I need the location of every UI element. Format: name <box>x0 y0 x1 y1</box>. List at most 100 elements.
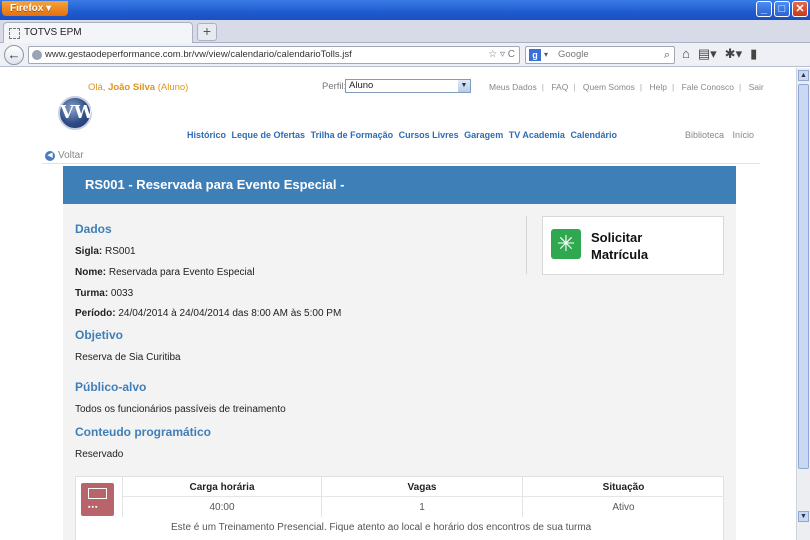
nav-garagem[interactable]: Garagem <box>464 130 503 140</box>
home-icon[interactable]: ⌂ <box>682 46 690 62</box>
minimize-button[interactable]: _ <box>756 1 772 17</box>
nav-cursos-livres[interactable]: Cursos Livres <box>399 130 459 140</box>
browser-tab-active[interactable]: TOTVS EPM <box>3 22 193 43</box>
section-conteudo: Conteudo programático <box>75 425 212 439</box>
bookmark-folder-icon[interactable]: ▮ <box>750 46 757 62</box>
url-text: www.gestaodeperformance.com.br/vw/view/c… <box>45 49 352 60</box>
nav-biblioteca[interactable]: Biblioteca <box>685 130 724 140</box>
nav-tv-academia[interactable]: TV Academia <box>509 130 565 140</box>
nav-inicio[interactable]: Início <box>733 130 755 140</box>
perfil-label: Perfil: <box>322 81 347 92</box>
section-objetivo: Objetivo <box>75 328 124 342</box>
right-navigation: Biblioteca Início <box>685 130 760 140</box>
url-bar[interactable]: www.gestaodeperformance.com.br/vw/view/c… <box>28 46 520 64</box>
nav-trilha-formacao[interactable]: Trilha de Formação <box>311 130 394 140</box>
maximize-button[interactable]: □ <box>774 1 790 17</box>
search-engine-dropdown-icon[interactable]: ▾ <box>544 47 548 63</box>
user-greeting: Olá, João Silva (Aluno) <box>88 82 188 93</box>
scroll-thumb[interactable] <box>798 84 809 469</box>
nome-value: Reservada para Evento Especial <box>106 267 255 278</box>
voltar-label: Voltar <box>58 150 84 161</box>
solicitar-matricula-button[interactable]: ✳ Solicitar Matrícula <box>542 216 724 275</box>
perfil-select[interactable]: Aluno ▼ <box>345 79 471 93</box>
reload-icon[interactable]: C <box>508 49 515 60</box>
section-dados: Dados <box>75 222 112 236</box>
scroll-up-arrow[interactable]: ▲ <box>798 70 809 81</box>
window-controls: _ □ ✕ <box>756 1 808 17</box>
periodo-label: Período: <box>75 308 116 319</box>
field-periodo: Período: 24/04/2014 à 24/04/2014 das 8:0… <box>75 308 341 319</box>
search-icon[interactable]: ⌕ <box>664 47 670 63</box>
chevron-down-icon[interactable]: ▼ <box>458 80 470 92</box>
link-fale-conosco[interactable]: Fale Conosco <box>682 82 734 92</box>
solicitar-label: Solicitar Matrícula <box>591 229 648 263</box>
sigla-label: Sigla: <box>75 246 103 257</box>
firefox-menu-button[interactable]: Firefox ▾ <box>2 1 68 16</box>
tab-title: TOTVS EPM <box>24 27 82 38</box>
new-tab-button[interactable]: + <box>197 23 217 41</box>
search-placeholder: Google <box>558 49 589 60</box>
link-meus-dados[interactable]: Meus Dados <box>489 82 537 92</box>
page-icon <box>9 28 20 39</box>
nav-leque-ofertas[interactable]: Leque de Ofertas <box>232 130 306 140</box>
field-nome: Nome: Reservada para Evento Especial <box>75 267 255 278</box>
solicitar-line2: Matrícula <box>591 247 649 262</box>
section-publico-alvo: Público-alvo <box>75 380 147 394</box>
vagas-label: Vagas <box>322 477 522 497</box>
publico-value: Todos os funcionários passíveis de trein… <box>75 404 286 415</box>
perfil-value: Aluno <box>349 80 374 91</box>
field-sigla: Sigla: RS001 <box>75 246 136 257</box>
greeting-prefix: Olá, <box>88 82 109 93</box>
back-arrow-icon: ◀ <box>45 151 55 161</box>
bookmarks-menu-icon[interactable]: ▤▾ <box>698 46 717 62</box>
page-viewport: Olá, João Silva (Aluno) VW Perfil: Aluno… <box>0 68 796 540</box>
nav-calendario[interactable]: Calendário <box>570 130 617 140</box>
history-dropdown-icon[interactable]: ▿ <box>500 49 505 60</box>
link-quem-somos[interactable]: Quem Somos <box>583 82 635 92</box>
carga-value: 40:00 <box>209 502 235 513</box>
scroll-down-arrow[interactable]: ▼ <box>798 511 809 522</box>
link-help[interactable]: Help <box>649 82 666 92</box>
periodo-value: 24/04/2014 à 24/04/2014 das 8:00 AM às 5… <box>115 308 342 319</box>
course-title: RS001 - Reservada para Evento Especial - <box>63 166 736 204</box>
search-bar[interactable]: g ▾ Google ⌕ <box>525 46 675 64</box>
info-vagas: Vagas 1 <box>321 477 522 517</box>
carga-label: Carga horária <box>123 477 321 497</box>
addon-icon[interactable]: ✱▾ <box>725 46 742 62</box>
tab-bar: TOTVS EPM + <box>0 20 810 43</box>
vw-logo[interactable]: VW <box>58 96 94 130</box>
site-identity-icon[interactable] <box>32 50 42 60</box>
user-name[interactable]: João Silva <box>108 82 155 93</box>
voltar-link[interactable]: ◀ Voltar <box>42 148 760 164</box>
nav-historico[interactable]: Histórico <box>187 130 226 140</box>
presencial-training-icon: ▪▪▪ <box>81 483 114 516</box>
situacao-value: Ativo <box>612 502 635 513</box>
situacao-label: Situação <box>523 477 724 497</box>
course-info-box: ▪▪▪ Carga horária 40:00 Vagas 1 Situação… <box>75 476 724 540</box>
presencial-note: Este é um Treinamento Presencial. Fique … <box>171 522 592 533</box>
main-navigation: Histórico Leque de Ofertas Trilha de For… <box>187 130 620 140</box>
vertical-scrollbar[interactable]: ▲ ▼ <box>796 68 810 540</box>
nome-label: Nome: <box>75 267 107 278</box>
navigation-toolbar: ← www.gestaodeperformance.com.br/vw/view… <box>0 43 810 67</box>
search-engine-icon[interactable]: g <box>529 49 541 61</box>
close-window-button[interactable]: ✕ <box>792 1 808 17</box>
enroll-icon: ✳ <box>551 229 581 259</box>
window-titlebar: Firefox ▾ _ □ ✕ <box>0 0 810 20</box>
user-role: (Aluno) <box>155 82 189 93</box>
field-turma: Turma: 0033 <box>75 288 133 299</box>
toolbar-icons: ⌂ ▤▾ ✱▾ ▮ <box>682 46 757 62</box>
sigla-value: RS001 <box>102 246 136 257</box>
bookmark-star-icon[interactable]: ☆ <box>488 49 497 60</box>
info-situacao: Situação Ativo <box>522 477 724 517</box>
vagas-value: 1 <box>419 502 425 513</box>
solicitar-line1: Solicitar <box>591 230 643 245</box>
link-sair[interactable]: Sair <box>749 82 764 92</box>
vertical-divider <box>526 216 527 274</box>
turma-label: Turma: <box>75 288 109 299</box>
back-button[interactable]: ← <box>4 45 24 65</box>
top-links: Meus Dados | FAQ | Quem Somos | Help | Fale … <box>489 82 764 92</box>
objetivo-value: Reserva de Sia Curitiba <box>75 352 181 363</box>
url-controls: ☆ ▿ C <box>488 47 515 63</box>
link-faq[interactable]: FAQ <box>551 82 568 92</box>
